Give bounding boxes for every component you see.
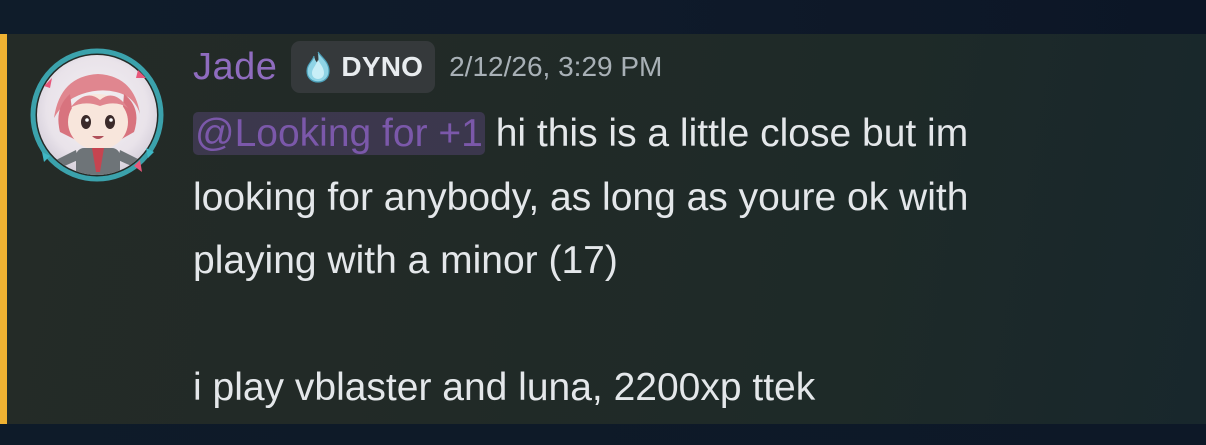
message-header: Jade DYNO 2/12/26, 3:29 PM xyxy=(193,40,662,94)
timestamp: 2/12/26, 3:29 PM xyxy=(449,51,663,82)
avatar[interactable] xyxy=(30,48,164,182)
next-message-area xyxy=(0,424,1206,445)
flame-gem-icon xyxy=(306,51,331,83)
message-text: hi this is a little close but im looking… xyxy=(193,112,969,409)
chat-message[interactable]: Jade DYNO 2/12/26, 3:29 PM @Looking for … xyxy=(0,34,1206,424)
role-mention[interactable]: @Looking for +1 xyxy=(193,112,485,155)
username[interactable]: Jade xyxy=(193,46,277,89)
mention-highlight-bar xyxy=(0,34,7,424)
server-tag-label: DYNO xyxy=(341,51,424,82)
previous-message-area xyxy=(0,0,1206,34)
server-tag[interactable]: DYNO xyxy=(291,41,436,93)
message-content: @Looking for +1 hi this is a little clos… xyxy=(193,102,1183,420)
